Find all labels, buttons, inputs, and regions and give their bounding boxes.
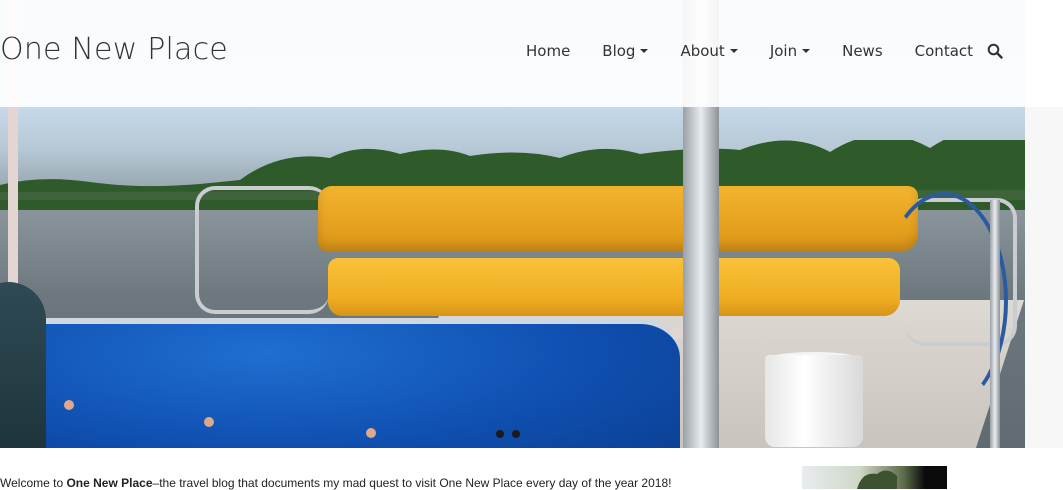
- nav-contact[interactable]: Contact: [899, 42, 989, 60]
- slider-pagination: [496, 430, 520, 438]
- cushion-button: [366, 428, 376, 438]
- caret-down-icon: [802, 49, 811, 53]
- site-header: One New Place Home Blog About Join News …: [0, 0, 1025, 107]
- search-icon[interactable]: [987, 43, 1003, 59]
- nav-about[interactable]: About: [664, 42, 753, 60]
- welcome-site-name: One New Place: [66, 476, 153, 490]
- person-shoulder: [0, 282, 46, 448]
- nav-contact-label: Contact: [914, 42, 974, 60]
- cushion-button: [64, 400, 74, 410]
- thumbnail-trees: [857, 470, 897, 489]
- page-margin: [1025, 107, 1063, 448]
- caret-down-icon: [640, 49, 649, 53]
- site-title[interactable]: One New Place: [0, 32, 228, 67]
- welcome-text: Welcome to One New Place–the travel blog…: [0, 476, 671, 490]
- main-nav: Home Blog About Join News Contact: [510, 42, 989, 60]
- blue-cushion: [0, 318, 680, 448]
- nav-blog[interactable]: Blog: [586, 42, 664, 60]
- header-margin: [1025, 0, 1063, 107]
- caret-down-icon: [729, 49, 738, 53]
- cushion-button: [204, 417, 214, 427]
- sidebar-thumbnail[interactable]: [802, 466, 947, 489]
- nav-home[interactable]: Home: [510, 42, 586, 60]
- welcome-prefix: Welcome to: [0, 476, 67, 490]
- nav-news[interactable]: News: [826, 42, 899, 60]
- nav-blog-label: Blog: [602, 42, 636, 60]
- nav-join-label: Join: [769, 42, 798, 60]
- nav-home-label: Home: [526, 42, 571, 60]
- slider-dot-2[interactable]: [512, 430, 520, 438]
- nav-join[interactable]: Join: [754, 42, 826, 60]
- white-bucket: [765, 355, 863, 447]
- slider-dot-1[interactable]: [496, 430, 504, 438]
- nav-about-label: About: [680, 42, 725, 60]
- nav-news-label: News: [842, 42, 883, 60]
- welcome-suffix: –the travel blog that documents my mad q…: [152, 476, 672, 490]
- rear-pole: [990, 200, 1000, 448]
- blue-hose: [880, 192, 1008, 410]
